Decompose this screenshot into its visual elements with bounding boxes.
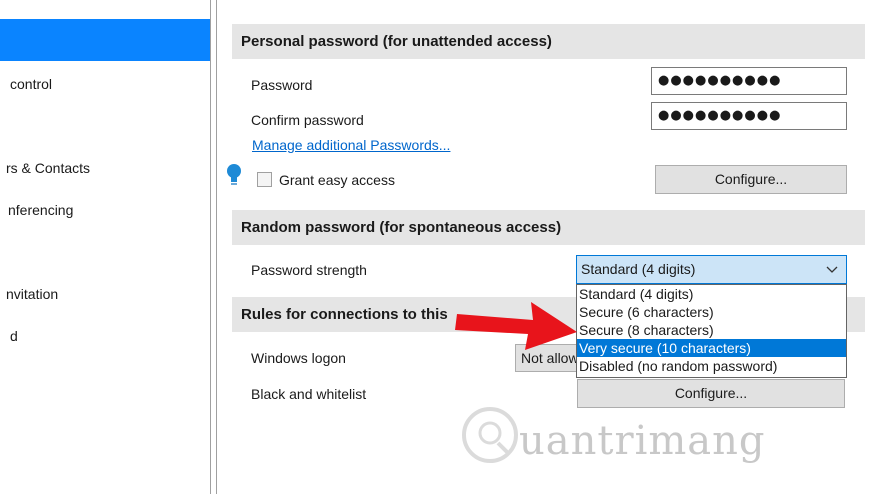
configure-easy-access-button[interactable]: Configure... (655, 165, 847, 194)
sidebar-item-remote-control[interactable]: control (10, 76, 52, 92)
blackwhite-list-label: Black and whitelist (251, 386, 367, 402)
watermark-text: uantrimang (519, 418, 766, 464)
password-strength-selected: Standard (4 digits) (581, 261, 696, 277)
windows-logon-label: Windows logon (251, 350, 346, 366)
sidebar-divider-2 (216, 0, 217, 494)
password-strength-label: Password strength (251, 262, 367, 278)
password-strength-dropdown: Standard (4 digits) Secure (6 characters… (576, 284, 847, 378)
sidebar-divider (210, 0, 211, 494)
configure-blackwhite-list-button[interactable]: Configure... (577, 379, 845, 408)
dropdown-option[interactable]: Standard (4 digits) (577, 285, 846, 303)
sidebar-item-invitation[interactable]: nvitation (6, 286, 58, 302)
sidebar-item-selected[interactable] (0, 19, 210, 61)
section-header-random: Random password (for spontaneous access) (232, 210, 865, 245)
red-arrow-annotation (455, 292, 580, 355)
confirm-password-field[interactable]: ●●●●●●●●●● (651, 102, 847, 130)
watermark-logo-icon (460, 405, 520, 468)
sidebar-item-conferencing[interactable]: nferencing (8, 202, 73, 218)
sidebar-item-advanced[interactable]: d (10, 328, 18, 344)
password-field[interactable]: ●●●●●●●●●● (651, 67, 847, 95)
section-header-personal: Personal password (for unattended access… (232, 24, 865, 59)
chevron-down-icon[interactable] (826, 256, 838, 283)
password-label: Password (251, 77, 313, 93)
sidebar: control rs & Contacts nferencing nvitati… (0, 0, 210, 494)
dropdown-option[interactable]: Disabled (no random password) (577, 357, 846, 375)
confirm-password-label: Confirm password (251, 112, 364, 128)
manage-passwords-link[interactable]: Manage additional Passwords... (252, 137, 450, 153)
dropdown-option-highlighted[interactable]: Very secure (10 characters) (577, 339, 846, 357)
grant-easy-access-label: Grant easy access (279, 172, 395, 188)
password-strength-select[interactable]: Standard (4 digits) (576, 255, 847, 284)
sidebar-item-computers-contacts[interactable]: rs & Contacts (6, 160, 90, 176)
lightbulb-icon (226, 163, 242, 190)
dropdown-option[interactable]: Secure (8 characters) (577, 321, 846, 339)
grant-easy-access-checkbox[interactable] (257, 172, 272, 187)
dropdown-option[interactable]: Secure (6 characters) (577, 303, 846, 321)
